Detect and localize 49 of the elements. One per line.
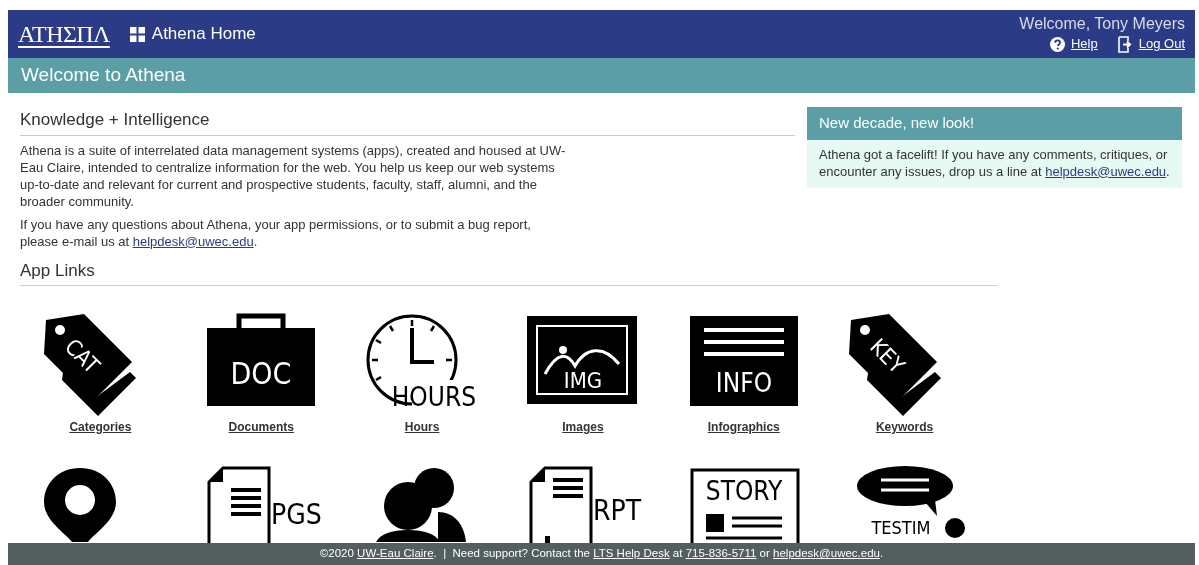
icon-label: RPT (592, 494, 641, 527)
footer-link[interactable]: helpdesk@uwec.edu (773, 545, 880, 563)
grid-icon (129, 26, 145, 42)
people-icon (376, 468, 467, 542)
icon-label: TESTIM (871, 517, 931, 538)
icon-label: PGS (271, 498, 322, 531)
section-heading: App Links (20, 257, 997, 286)
help-icon (1050, 36, 1065, 52)
footer-link[interactable]: UW-Eau Claire (357, 545, 434, 563)
app-link[interactable]: Documents (228, 418, 294, 436)
icon-label: KEY (864, 334, 909, 379)
help-link[interactable]: Help (1071, 34, 1098, 54)
home-link[interactable]: Athena Home (129, 21, 256, 47)
document-icon (207, 466, 271, 543)
logout-link[interactable]: Log Out (1138, 34, 1185, 54)
app-link[interactable]: Images (562, 418, 604, 436)
icon-label: DOC (230, 356, 292, 391)
info-board-icon (689, 316, 798, 406)
email-link[interactable]: helpdesk@uwec.edu (1045, 163, 1167, 179)
section-heading: Knowledge + Intelligence (20, 107, 795, 136)
footer-link[interactable]: 715-836-5711 (685, 545, 757, 563)
map-pin-icon (44, 468, 117, 542)
logo[interactable]: ΑΤΗΣΠΛ (18, 16, 110, 52)
briefcase-icon (207, 313, 316, 406)
icon-label: STORY (705, 476, 782, 506)
welcome-text: Welcome, Tony Meyers (1019, 14, 1185, 35)
icon-label: INFO (715, 368, 772, 398)
paragraph: If you have any questions about Athena, your app permissions, or to submit a bug report, please e-mail us at helpdesk@uwec.edu. (20, 215, 532, 250)
page-title: Welcome to Athena (8, 58, 1195, 93)
image-frame-icon (526, 316, 637, 404)
icon-label: CAT (60, 333, 105, 379)
footer-link[interactable]: LTS Help Desk (593, 545, 670, 563)
footer-text: ©2020 UW-Eau Claire. | Need support? Contact the LTS Help Desk at 715-836-5711 or helpdesk@uwec.edu. (8, 543, 1195, 565)
app-link[interactable]: Hours (404, 418, 440, 436)
icon-label: HOURS (391, 382, 477, 412)
email-link[interactable]: helpdesk@uwec.edu (132, 233, 254, 249)
card-text: Athena got a facelift! If you have any comments, critiques, or encounter any issues, drop us a line at helpdesk@uwec.edu. (818, 145, 1171, 181)
app-link[interactable]: Keywords (875, 418, 934, 436)
logout-icon (1117, 35, 1133, 53)
card-title: New decade, new look! (807, 107, 1182, 140)
newspaper-icon (690, 468, 800, 543)
app-link[interactable]: Infographics (707, 418, 780, 436)
tag-icon (44, 314, 137, 416)
speech-bubble-icon (856, 466, 965, 538)
icon-label: IMG (563, 368, 603, 393)
report-icon (529, 466, 593, 543)
tag-icon (848, 314, 941, 416)
app-link[interactable]: Categories (69, 418, 132, 436)
paragraph: Athena is a suite of interrelated data management systems (apps), created and housed at UW-Eau Claire, intended to centralize information for the web. You help us keep our web systems up-to-date and relevant for current and prospective students, faculty, staff, alumni, and the broader community. (20, 141, 567, 210)
